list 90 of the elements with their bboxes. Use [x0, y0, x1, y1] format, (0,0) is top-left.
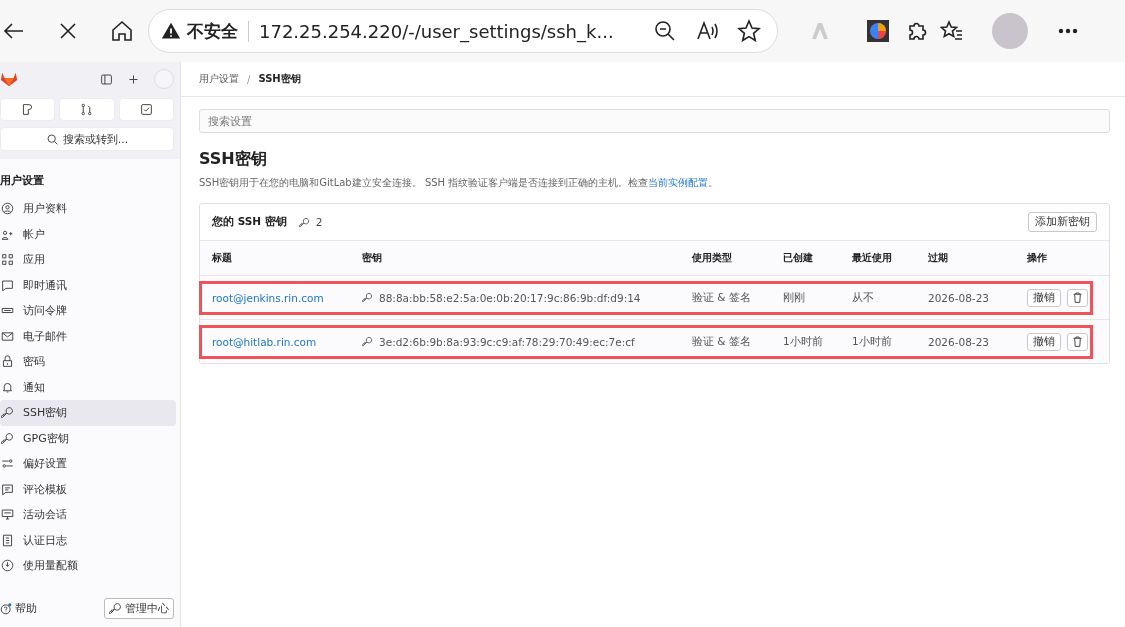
- sidebar-item[interactable]: 使用量配额: [0, 553, 176, 579]
- menu-item-icon: [1, 406, 14, 420]
- card-title: 您的 SSH 密钥: [212, 215, 287, 229]
- menu-item-icon: [1, 202, 14, 216]
- issues-button[interactable]: [0, 98, 56, 121]
- column-header: 标题: [211, 251, 233, 265]
- star-icon[interactable]: [737, 19, 761, 43]
- trash-icon: [1071, 291, 1084, 304]
- url-text: 172.25.254.220/-/user_settings/ssh_k...: [248, 20, 635, 42]
- column-header: 密钥: [362, 251, 383, 265]
- merge-request-icon: [80, 103, 94, 116]
- key-icon: [298, 216, 310, 228]
- add-key-button[interactable]: 添加新密钥: [1028, 212, 1097, 232]
- sidebar-item[interactable]: 帐户: [0, 221, 176, 247]
- revoke-button[interactable]: 撤销: [1027, 332, 1061, 351]
- column-header: 使用类型: [692, 251, 733, 265]
- table-cell-text: 从不: [852, 290, 875, 305]
- sidebar-item[interactable]: 活动会话: [0, 502, 176, 528]
- menu-item-icon: [1, 278, 14, 292]
- plus-icon[interactable]: [127, 72, 140, 86]
- sidebar-item[interactable]: GPG密钥: [0, 425, 176, 451]
- home-icon[interactable]: [110, 19, 134, 43]
- key-fingerprint: 3e:d2:6b:9b:8a:93:9c:c9:af:78:29:70:49:ec:7e:cf: [379, 335, 635, 348]
- column-header: 过期: [928, 251, 949, 265]
- menu-item-icon: [1, 329, 14, 343]
- sidebar-item[interactable]: 密码: [0, 349, 176, 375]
- column-header: 最近使用: [852, 251, 893, 265]
- sidebar-toggle-icon[interactable]: [100, 72, 113, 86]
- key-icon: [362, 336, 373, 347]
- extension-icon[interactable]: [866, 19, 890, 43]
- column-header: 已创建: [783, 251, 814, 265]
- page-description: SSH密钥用于在您的电脑和GitLab建立安全连接。 SSH 指纹验证客户端是否连接到正确的主机。检查当前实例配置。: [199, 176, 720, 190]
- security-label: 不安全: [187, 19, 238, 43]
- table-cell-text: 2026-08-23: [928, 291, 991, 304]
- menu-item-icon: [1, 559, 14, 573]
- table-cell-text: 验证 & 签名: [692, 334, 752, 349]
- revoke-button[interactable]: 撤销: [1027, 288, 1061, 307]
- sidebar-item[interactable]: 认证日志: [0, 527, 176, 553]
- breadcrumb-link[interactable]: 用户设置: [199, 72, 239, 86]
- table-cell-text: 1小时前: [783, 334, 824, 349]
- table-cell-text: 2026-08-23: [928, 335, 991, 348]
- fox-logo-icon[interactable]: [0, 70, 18, 88]
- sidebar-item[interactable]: 访问令牌: [0, 298, 176, 324]
- table-cell-text: 1小时前: [852, 334, 893, 349]
- checkbox-icon: [139, 103, 153, 116]
- sidebar-item[interactable]: 用户资料: [0, 196, 176, 222]
- admin-button[interactable]: 管理中心: [104, 598, 174, 619]
- menu-item-icon: [1, 431, 14, 445]
- favorites-icon[interactable]: [940, 19, 964, 43]
- sidebar-item[interactable]: 评论模板: [0, 476, 176, 502]
- sidebar-item[interactable]: 通知: [0, 374, 176, 400]
- menu-item-icon: [1, 508, 14, 522]
- table-cell-text: 验证 & 签名: [692, 290, 752, 305]
- address-bar[interactable]: 不安全 172.25.254.220/-/user_settings/ssh_k...: [148, 9, 778, 53]
- key-count: 2: [315, 216, 323, 228]
- warning-icon: [161, 21, 181, 41]
- search-icon: [45, 132, 59, 146]
- breadcrumb-separator: /: [247, 73, 251, 85]
- key-title-link[interactable]: root@hitlab.rin.com: [202, 335, 362, 348]
- merge-requests-button[interactable]: [59, 98, 115, 121]
- section-title: 用户设置: [0, 173, 45, 189]
- zoom-out-icon[interactable]: [653, 19, 677, 43]
- menu-item-icon: [1, 457, 14, 471]
- delete-button[interactable]: [1067, 332, 1088, 351]
- key-title-link[interactable]: root@jenkins.rin.com: [202, 291, 362, 304]
- breadcrumb-current[interactable]: SSH密钥: [258, 72, 301, 86]
- delete-button[interactable]: [1067, 288, 1088, 307]
- todo-button[interactable]: [118, 98, 174, 121]
- sidebar-item[interactable]: 即时通讯: [0, 272, 176, 298]
- search-field[interactable]: 搜索设置: [199, 109, 1110, 133]
- page-title: SSH密钥: [199, 149, 268, 170]
- table-cell-text: 刚刚: [783, 290, 806, 305]
- sidebar-item[interactable]: 电子邮件: [0, 323, 176, 349]
- help-icon: [0, 602, 13, 615]
- menu-item-icon: [1, 253, 14, 267]
- menu-item-icon: [1, 482, 14, 496]
- instance-config-link[interactable]: 当前实例配置: [648, 177, 709, 188]
- menu-item-icon: [1, 533, 14, 547]
- sidebar-item[interactable]: 偏好设置: [0, 451, 176, 477]
- search-button[interactable]: 搜索或转到...: [0, 127, 174, 151]
- sidebar-item[interactable]: 应用: [0, 247, 176, 273]
- key-fingerprint: 88:8a:bb:58:e2:5a:0e:0b:20:17:9c:86:9b:df:d9:14: [379, 291, 641, 304]
- column-header: 操作: [1027, 251, 1047, 265]
- trash-icon: [1071, 335, 1084, 348]
- menu-item-icon: [1, 380, 14, 394]
- help-link[interactable]: 帮助: [0, 601, 37, 616]
- sidebar-item[interactable]: SSH密钥: [0, 400, 176, 426]
- key-icon: [362, 292, 373, 303]
- menu-item-icon: [1, 355, 14, 369]
- issue-icon: [21, 103, 35, 116]
